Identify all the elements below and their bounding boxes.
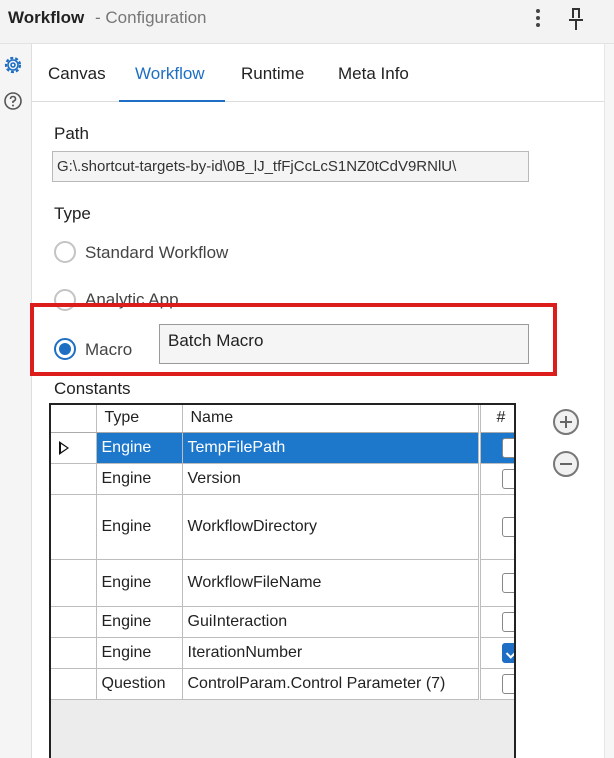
numeric-checkbox[interactable]: [501, 468, 514, 489]
tab-meta-info[interactable]: Meta Info: [338, 64, 409, 84]
table-row[interactable]: Engine IterationNumber: [51, 637, 514, 669]
window-title: Workflow: [8, 8, 85, 27]
highlight-annotation: [30, 303, 557, 376]
title-bar: Workflow - Configuration: [0, 0, 614, 44]
config-tabs: Canvas Workflow Runtime Meta Info: [32, 44, 604, 102]
row-header-corner: [51, 405, 97, 433]
cell-name[interactable]: WorkflowDirectory: [182, 494, 481, 560]
active-tab-indicator: [119, 100, 225, 102]
numeric-checkbox[interactable]: [501, 642, 514, 663]
numeric-checkbox[interactable]: [501, 611, 514, 632]
radio-standard-workflow-label[interactable]: Standard Workflow: [85, 243, 228, 263]
cell-name[interactable]: GuiInteraction: [182, 606, 481, 638]
cell-numeric: [479, 559, 514, 607]
path-field[interactable]: G:\.shortcut-targets-by-id\0B_lJ_tfFjCcL…: [52, 151, 529, 182]
cell-type[interactable]: Engine: [96, 463, 183, 495]
pin-icon[interactable]: [566, 6, 586, 32]
cell-numeric: [479, 494, 514, 560]
table-row[interactable]: Engine WorkflowDirectory: [51, 494, 514, 560]
constants-table: Type Name # Engine TempFilePath Engine V…: [49, 403, 516, 758]
tab-workflow[interactable]: Workflow: [135, 64, 205, 84]
cell-numeric: [479, 637, 514, 669]
cell-type[interactable]: Engine: [96, 606, 183, 638]
minus-circle-icon[interactable]: [553, 451, 579, 477]
cell-numeric: [479, 606, 514, 638]
cell-numeric: [479, 432, 514, 464]
help-icon[interactable]: [3, 91, 23, 111]
numeric-checkbox[interactable]: [501, 572, 514, 593]
gear-icon[interactable]: [2, 54, 24, 76]
plus-circle-icon[interactable]: [553, 409, 579, 435]
radio-standard-workflow[interactable]: [54, 241, 76, 263]
path-label: Path: [54, 124, 89, 143]
table-row[interactable]: Engine Version: [51, 463, 514, 495]
cell-name[interactable]: Version: [182, 463, 481, 495]
cell-name[interactable]: ControlParam.Control Parameter (7): [182, 668, 481, 700]
table-row[interactable]: Engine TempFilePath: [51, 432, 514, 464]
panel-scrollbar[interactable]: [604, 44, 614, 758]
cell-type[interactable]: Question: [96, 668, 183, 700]
row-selector[interactable]: [51, 637, 97, 669]
column-header-type[interactable]: Type: [96, 405, 183, 433]
column-header-name[interactable]: Name: [182, 405, 481, 433]
numeric-checkbox[interactable]: [501, 673, 514, 694]
numeric-checkbox[interactable]: [501, 516, 514, 537]
tab-canvas[interactable]: Canvas: [48, 64, 106, 84]
row-selector[interactable]: [51, 432, 97, 464]
more-vertical-icon[interactable]: [531, 7, 545, 29]
cell-type[interactable]: Engine: [96, 637, 183, 669]
cell-type[interactable]: Engine: [96, 494, 183, 560]
row-selector[interactable]: [51, 668, 97, 700]
cell-name[interactable]: IterationNumber: [182, 637, 481, 669]
cell-numeric: [479, 463, 514, 495]
row-selector[interactable]: [51, 606, 97, 638]
cell-name[interactable]: TempFilePath: [182, 432, 481, 464]
table-row[interactable]: Engine WorkflowFileName: [51, 559, 514, 607]
row-selector[interactable]: [51, 463, 97, 495]
table-row[interactable]: Engine GuiInteraction: [51, 606, 514, 638]
tab-runtime[interactable]: Runtime: [241, 64, 304, 84]
type-label: Type: [54, 204, 91, 223]
cell-numeric: [479, 668, 514, 700]
cell-type[interactable]: Engine: [96, 559, 183, 607]
row-selector[interactable]: [51, 494, 97, 560]
window-subtitle: - Configuration: [95, 8, 207, 27]
numeric-checkbox[interactable]: [501, 437, 514, 458]
column-header-numeric[interactable]: #: [479, 405, 514, 433]
cell-type[interactable]: Engine: [96, 432, 183, 464]
cell-name[interactable]: WorkflowFileName: [182, 559, 481, 607]
row-selector[interactable]: [51, 559, 97, 607]
constants-label: Constants: [54, 379, 131, 398]
table-row[interactable]: Question ControlParam.Control Parameter …: [51, 668, 514, 700]
side-rail: [0, 44, 32, 758]
row-pointer-icon: [59, 440, 69, 455]
